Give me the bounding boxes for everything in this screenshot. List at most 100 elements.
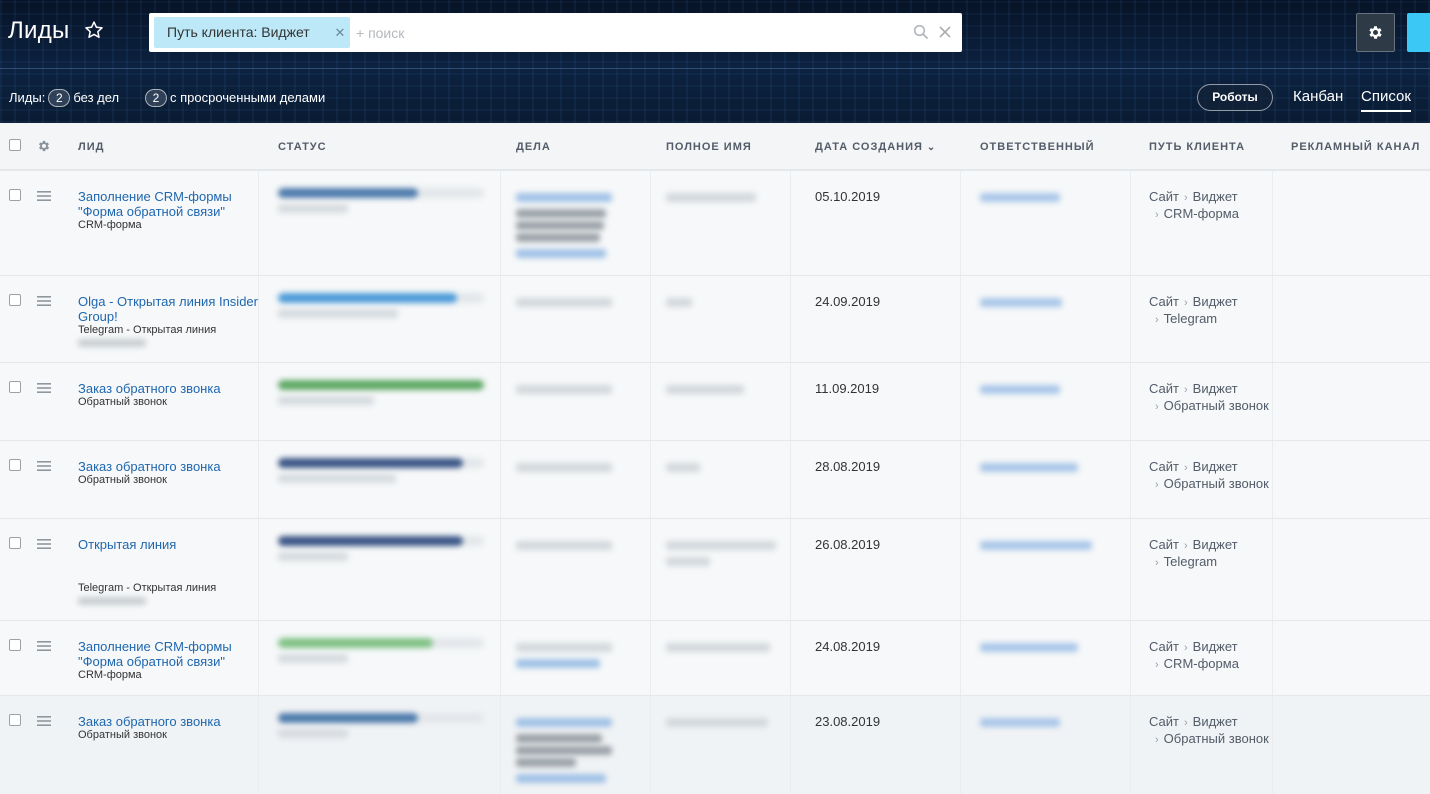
filter-chip[interactable]: Путь клиента: Виджет ✕: [154, 17, 350, 48]
lead-title-link[interactable]: Заполнение CRM-формы "Форма обратной свя…: [78, 189, 258, 219]
star-icon[interactable]: [84, 20, 104, 40]
deal-entry[interactable]: [516, 718, 612, 727]
column-created-date-label: Дата создания: [815, 141, 923, 153]
responsible-link[interactable]: [980, 463, 1078, 472]
counter-no-deals[interactable]: Лиды: 2 без дел: [9, 89, 119, 107]
customer-path: Сайт › Виджет › Обратный звонок: [1149, 714, 1279, 748]
table-row[interactable]: Заказ обратного звонка Обратный звонок 28.…: [0, 441, 1430, 519]
column-separator: [258, 171, 259, 275]
table-row[interactable]: Заполнение CRM-формы "Форма обратной свя…: [0, 171, 1430, 276]
search-input[interactable]: [356, 19, 896, 46]
table-row[interactable]: Заполнение CRM-формы "Форма обратной свя…: [0, 621, 1430, 696]
deal-entry: [516, 209, 606, 218]
column-separator: [650, 171, 651, 275]
deal-entry[interactable]: [516, 249, 606, 258]
responsible-link[interactable]: [980, 643, 1078, 652]
add-button[interactable]: [1407, 13, 1430, 52]
table-row[interactable]: Заказ обратного звонка Обратный звонок 23.…: [0, 696, 1430, 794]
row-checkbox[interactable]: [9, 537, 21, 549]
row-checkbox[interactable]: [9, 459, 21, 471]
chevron-right-icon: ›: [1155, 557, 1159, 569]
row-checkbox[interactable]: [9, 294, 21, 306]
table-row[interactable]: Olga - Открытая линия Insider Group! Tele…: [0, 276, 1430, 363]
select-all-checkbox[interactable]: [9, 139, 21, 151]
column-customer-path[interactable]: Путь клиента: [1149, 141, 1245, 153]
header: Лиды Путь клиента: Виджет ✕ + поиск Лиды…: [0, 0, 1430, 123]
column-separator: [650, 696, 651, 794]
responsible-link[interactable]: [980, 193, 1060, 202]
lead-title-link[interactable]: Заказ обратного звонка: [78, 714, 258, 729]
row-checkbox[interactable]: [9, 639, 21, 651]
path-step: Сайт: [1149, 714, 1179, 729]
counter-overdue[interactable]: 2с просроченными делами: [142, 89, 325, 107]
row-menu-icon[interactable]: [37, 191, 51, 201]
status-label: [278, 474, 396, 483]
table-row[interactable]: Заказ обратного звонка Обратный звонок 11.…: [0, 363, 1430, 441]
tab-kanban[interactable]: Канбан: [1293, 88, 1343, 105]
lead-title-link[interactable]: Заполнение CRM-формы "Форма обратной свя…: [78, 639, 258, 669]
column-separator: [960, 276, 961, 362]
deal-entry: [516, 298, 612, 307]
row-menu-icon[interactable]: [37, 296, 51, 306]
responsible-link[interactable]: [980, 298, 1062, 307]
robots-button[interactable]: Роботы: [1197, 84, 1273, 111]
deal-entry[interactable]: [516, 659, 600, 668]
status-fill: [278, 188, 418, 198]
created-date: 23.08.2019: [815, 714, 881, 729]
path-step: Telegram: [1163, 554, 1218, 569]
column-full-name[interactable]: Полное имя: [666, 141, 752, 153]
table-row[interactable]: Открытая линия Telegram - Открытая линия 2…: [0, 519, 1430, 621]
responsible-link[interactable]: [980, 385, 1060, 394]
path-step: Виджет: [1192, 381, 1238, 396]
column-separator: [650, 441, 651, 518]
responsible-link[interactable]: [980, 541, 1092, 550]
lead-title-link[interactable]: Открытая линия: [78, 537, 258, 552]
row-menu-icon[interactable]: [37, 461, 51, 471]
column-lead[interactable]: Лид: [78, 141, 104, 153]
lead-title-link[interactable]: Заказ обратного звонка: [78, 381, 258, 396]
grid-header: Лид Статус Дела Полное имя Дата создания…: [0, 123, 1430, 171]
title-row: Лиды Путь клиента: Виджет ✕: [0, 0, 1430, 69]
column-separator: [960, 696, 961, 794]
responsible-link[interactable]: [980, 718, 1060, 727]
status-label: [278, 204, 348, 213]
search-box[interactable]: Путь клиента: Виджет ✕: [149, 13, 962, 52]
tab-list[interactable]: Список: [1361, 88, 1411, 112]
chevron-right-icon: ›: [1183, 384, 1188, 396]
row-menu-icon[interactable]: [37, 641, 51, 651]
full-name: [666, 718, 768, 727]
column-ad-channel[interactable]: Рекламный канал: [1291, 141, 1420, 153]
row-menu-icon[interactable]: [37, 539, 51, 549]
row-menu-icon[interactable]: [37, 716, 51, 726]
status-fill: [278, 713, 418, 723]
settings-button[interactable]: [1356, 13, 1395, 52]
status-label: [278, 396, 374, 405]
counter-label: Лиды:: [9, 90, 46, 105]
chevron-right-icon: ›: [1155, 209, 1159, 221]
deal-entry[interactable]: [516, 774, 606, 783]
column-created-date[interactable]: Дата создания ⌄: [815, 141, 936, 153]
row-checkbox[interactable]: [9, 189, 21, 201]
lead-source: Telegram - Открытая линия: [78, 324, 217, 336]
path-step: Сайт: [1149, 381, 1179, 396]
column-separator: [790, 171, 791, 275]
search-icon[interactable]: [913, 24, 929, 40]
column-deals[interactable]: Дела: [516, 141, 551, 153]
column-settings-icon[interactable]: [37, 139, 51, 153]
row-menu-icon[interactable]: [37, 383, 51, 393]
chip-close-icon[interactable]: ✕: [330, 17, 350, 48]
row-checkbox[interactable]: [9, 714, 21, 726]
lead-source: Обратный звонок: [78, 396, 167, 408]
column-responsible[interactable]: Ответственный: [980, 141, 1095, 153]
lead-title-link[interactable]: Olga - Открытая линия Insider Group!: [78, 294, 258, 324]
lead-title-link[interactable]: Заказ обратного звонка: [78, 459, 258, 474]
clear-icon[interactable]: [937, 24, 953, 40]
column-status[interactable]: Статус: [278, 141, 327, 153]
path-step: Обратный звонок: [1163, 398, 1269, 413]
deal-entry[interactable]: [516, 193, 612, 202]
chevron-right-icon: ›: [1183, 192, 1188, 204]
column-separator: [258, 441, 259, 518]
column-separator: [790, 276, 791, 362]
created-date: 05.10.2019: [815, 189, 881, 204]
row-checkbox[interactable]: [9, 381, 21, 393]
